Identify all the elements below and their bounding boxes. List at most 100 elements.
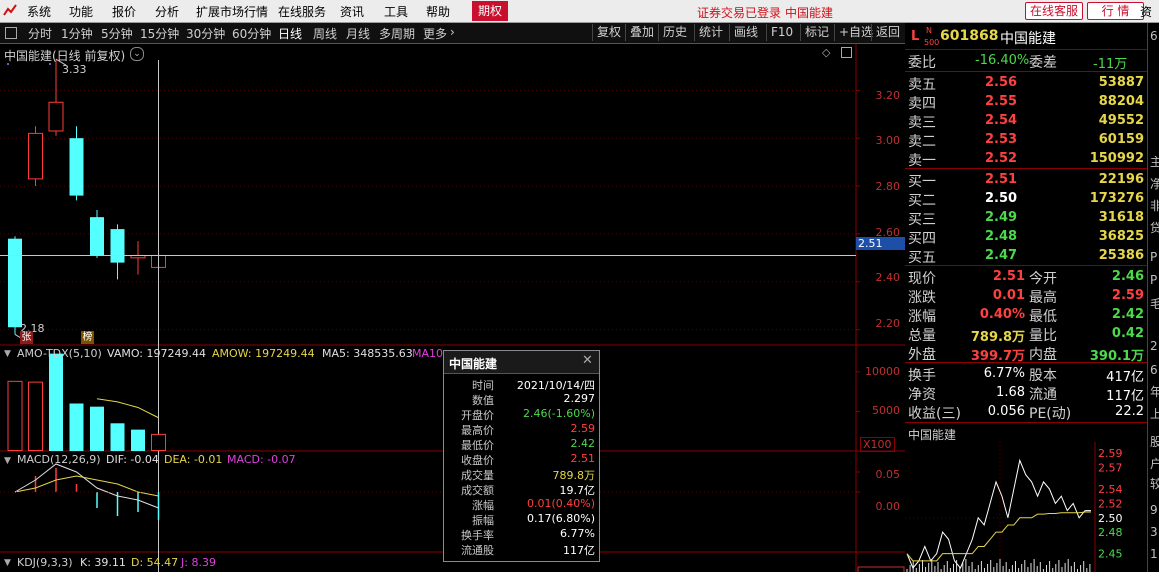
popup-row: 成交额 19.7亿 [444, 482, 599, 497]
divider [905, 168, 1147, 169]
orderbook-buy-price[interactable]: 2.47 [985, 248, 1017, 263]
overlay-button[interactable]: 叠加 [625, 24, 658, 41]
adjust-button[interactable]: 复权 [592, 24, 625, 41]
app-logo-icon[interactable] [3, 3, 17, 17]
volume-indicator-name[interactable]: AMO-TDX(5,10) [17, 347, 102, 360]
orderbook-buy-price[interactable]: 2.48 [985, 229, 1017, 244]
menu-stock-name: 中国能建 [785, 6, 834, 20]
mark-button[interactable]: 标记 [800, 24, 833, 41]
tab-weekly[interactable]: 周线 [313, 25, 337, 42]
expand-icon[interactable] [841, 47, 852, 58]
edge-char: 较 [1150, 475, 1159, 492]
popup-header[interactable]: 中国能建 ✕ [444, 351, 599, 374]
online-service-button[interactable]: 在线客服 [1025, 2, 1084, 20]
bar-info-popup[interactable]: 中国能建 ✕ 时间 2021/10/14/四 数值 2.297 开盘价 2.46(-1.6… [443, 350, 600, 562]
orderbook-sell-label: 卖三 [908, 115, 936, 131]
event-marker-bang[interactable]: 榜 [81, 331, 94, 344]
tab-more[interactable]: 更多 [423, 25, 447, 42]
volume-collapse-icon[interactable]: ▼ [4, 349, 11, 359]
orderbook-buy-label: 买五 [908, 250, 936, 266]
tab-daily[interactable]: 日线 [278, 25, 302, 42]
close-icon[interactable]: ✕ [582, 353, 593, 368]
menu-item-news[interactable]: 资讯 [340, 3, 364, 20]
intraday-mini-chart[interactable]: 2.59 2.57 2.542.52 2.502.48 2.45 [905, 442, 1147, 572]
popup-row-value: 2.51 [570, 452, 596, 465]
y-tick: 2.40 [875, 271, 901, 284]
orderbook-sell-price[interactable]: 2.54 [985, 113, 1017, 128]
kdj-indicator-name[interactable]: KDJ(9,3,3) [17, 556, 73, 569]
volume-ma5-line [96, 398, 159, 419]
menu-item-options[interactable]: 期权 [472, 1, 509, 21]
popup-row-value: 2.59 [570, 422, 596, 435]
orderbook-buy-price[interactable]: 2.49 [985, 210, 1017, 225]
menu-item-analysis[interactable]: 分析 [155, 3, 179, 20]
menu-item-system[interactable]: 系统 [27, 3, 51, 20]
edge-char: 股 [1150, 433, 1159, 450]
popup-row-value: 2021/10/14/四 [516, 379, 595, 392]
mini-tick-label: 2.59 [1098, 447, 1123, 460]
tab-1min[interactable]: 1分钟 [61, 25, 93, 42]
menu-bar: 系统 功能 报价 分析 扩展市场行情 在线服务 资讯 工具 帮助 期权 证券交易… [0, 0, 1159, 23]
macd-indicator-name[interactable]: MACD(12,26,9) [17, 453, 101, 466]
popup-row-key: 换手率 [461, 529, 494, 542]
popup-row-value: 117亿 [563, 544, 595, 557]
volume-bar [69, 403, 84, 451]
history-button[interactable]: 历史 [658, 24, 691, 41]
menu-item-extended-market[interactable]: 扩展市场行情 [196, 3, 268, 20]
orderbook-sell-price[interactable]: 2.52 [985, 151, 1017, 166]
tab-60min[interactable]: 60分钟 [232, 25, 271, 42]
popup-row-value: 0.17(6.80%) [526, 512, 595, 525]
menu-item-online-service[interactable]: 在线服务 [278, 3, 326, 20]
draw-line-button[interactable]: 画线 [729, 24, 762, 41]
orderbook-sell-price[interactable]: 2.55 [985, 94, 1017, 109]
stats-button[interactable]: 统计 [694, 24, 727, 41]
tab-30min[interactable]: 30分钟 [186, 25, 225, 42]
stock-name[interactable]: 中国能建 [1000, 28, 1056, 48]
chart-settings-icon[interactable]: ⌄ [130, 47, 144, 61]
edge-char: 贷 [1150, 219, 1159, 236]
f10-button[interactable]: F10 [766, 24, 797, 41]
mini-tick-label: 2.54 [1098, 483, 1123, 496]
orderbook-sell-price[interactable]: 2.53 [985, 132, 1017, 147]
menu-item-quote[interactable]: 报价 [112, 3, 136, 20]
popup-row: 数值 2.297 [444, 392, 599, 407]
popup-row: 收盘价 2.51 [444, 452, 599, 467]
popup-row-value: 0.01(0.40%) [526, 497, 595, 510]
tab-monthly[interactable]: 月线 [346, 25, 370, 42]
edge-char: 6 [1150, 363, 1158, 377]
stat-label: 净资 [908, 387, 936, 403]
orderbook-buy-volume: 31618 [1098, 210, 1144, 225]
orderbook-buy-price[interactable]: 2.50 [985, 191, 1017, 206]
diamond-icon[interactable]: ◇ [822, 46, 830, 59]
tab-intraday[interactable]: 分时 [28, 25, 52, 42]
volume-bar [7, 380, 23, 452]
mini-tick-label: 2.45 [1098, 548, 1123, 561]
back-button[interactable]: 返回 [871, 24, 904, 41]
popup-row-key: 最高价 [461, 424, 494, 437]
macd-collapse-icon[interactable]: ▼ [4, 456, 11, 466]
quote-mode-button[interactable]: 行 情 [1087, 2, 1144, 20]
stat-value: 0.40% [979, 307, 1025, 322]
stat-value: 117亿 [1106, 389, 1144, 404]
divider [905, 49, 1147, 50]
panel-toggle-icon[interactable] [5, 27, 17, 39]
volume-bar [131, 429, 145, 451]
orderbook-sell-price[interactable]: 2.56 [985, 75, 1017, 90]
tab-15min[interactable]: 15分钟 [140, 25, 179, 42]
popup-row-key: 最低价 [461, 439, 494, 452]
edge-char: 3 [1150, 525, 1158, 539]
menu-item-help[interactable]: 帮助 [426, 3, 450, 20]
menu-item-tools[interactable]: 工具 [384, 3, 408, 20]
menu-item-function[interactable]: 功能 [69, 3, 93, 20]
popup-row: 开盘价 2.46(-1.60%) [444, 407, 599, 422]
kdj-collapse-icon[interactable]: ▼ [4, 558, 11, 568]
stat-value: 2.59 [1111, 288, 1144, 303]
popup-row-key: 涨幅 [472, 499, 494, 512]
event-marker-zhang[interactable]: 张 [20, 331, 33, 344]
tab-multi-period[interactable]: 多周期 [379, 25, 415, 42]
chevron-right-icon[interactable]: › [450, 25, 455, 39]
stock-code[interactable]: 601868 [940, 28, 998, 44]
orderbook-buy-price[interactable]: 2.51 [985, 172, 1017, 187]
tab-5min[interactable]: 5分钟 [101, 25, 133, 42]
popup-row: 时间 2021/10/14/四 [444, 377, 599, 392]
